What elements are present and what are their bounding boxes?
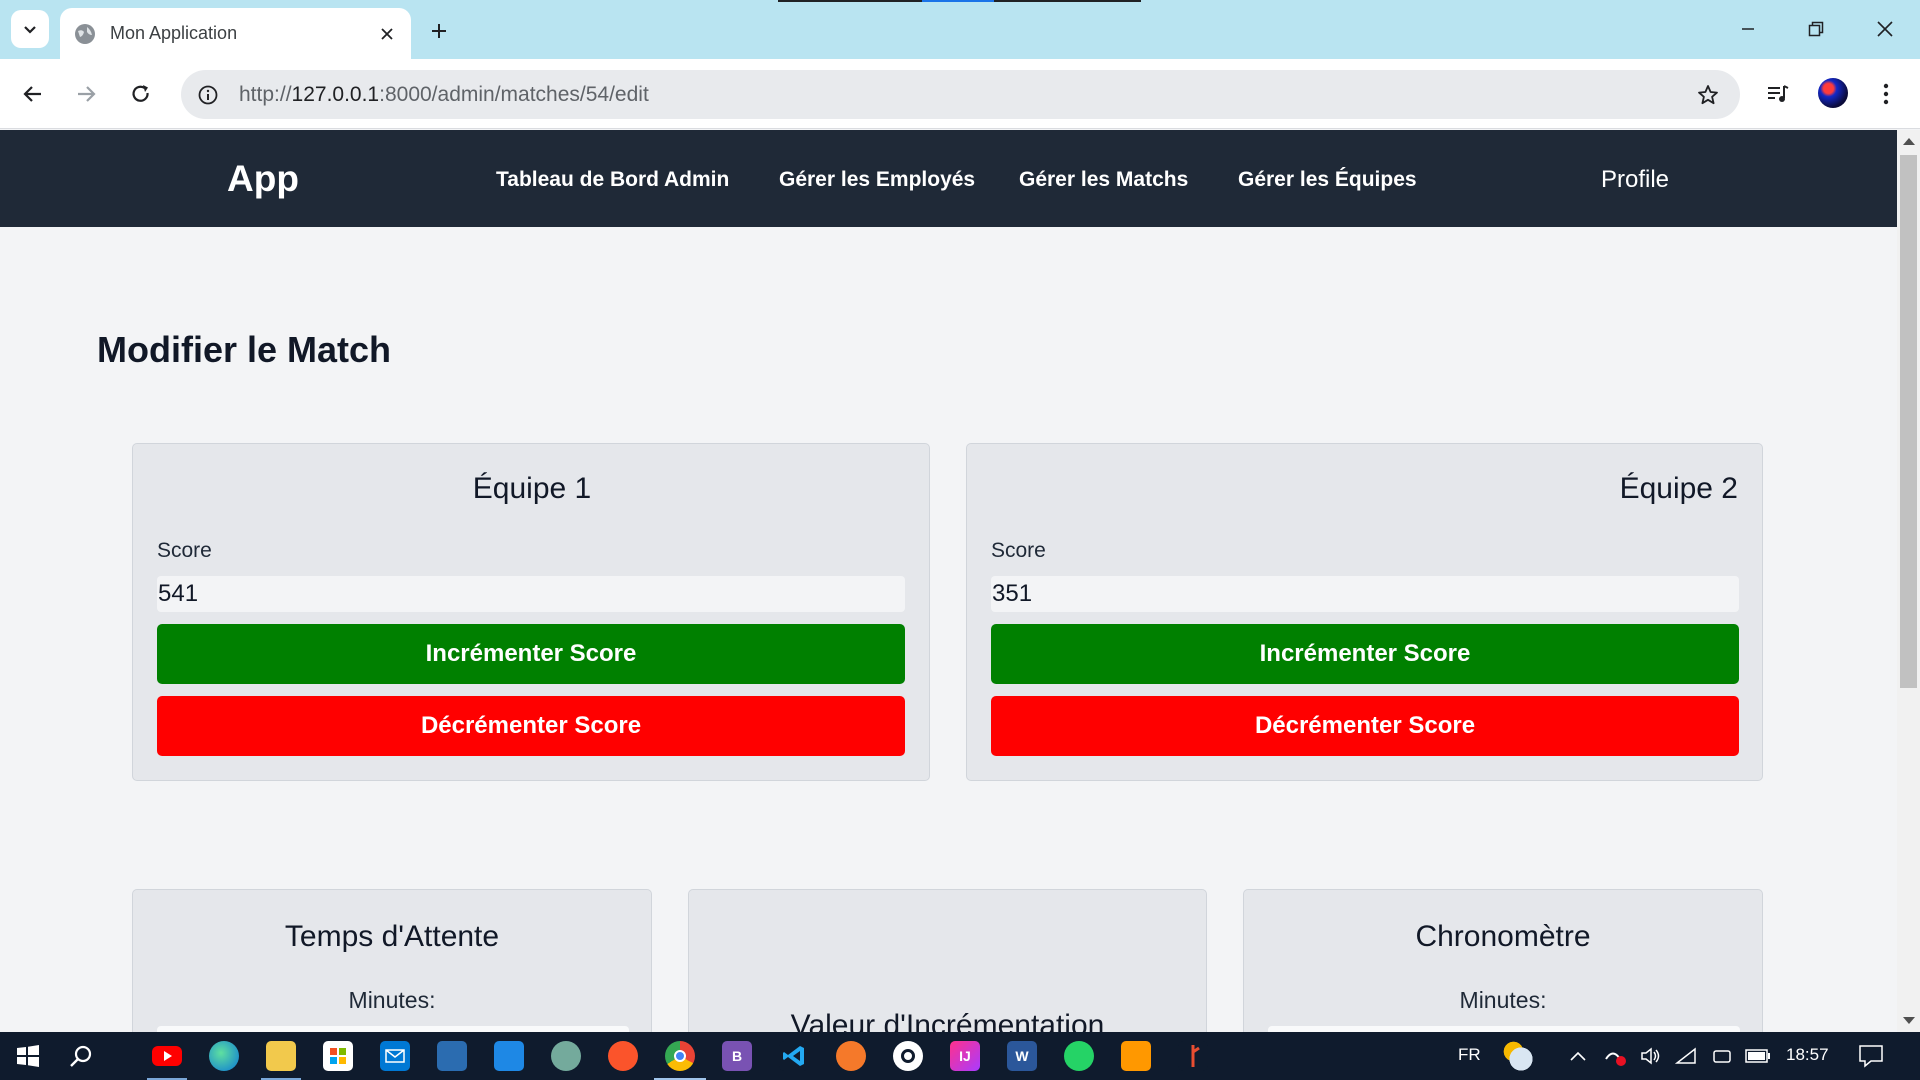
- browser-tabstrip: Mon Application: [0, 0, 1920, 59]
- minimize-button[interactable]: [1725, 12, 1771, 46]
- weather-icon[interactable]: [1503, 1041, 1533, 1071]
- back-button[interactable]: [15, 76, 51, 112]
- profile-avatar[interactable]: [1818, 78, 1848, 108]
- close-icon: [1877, 21, 1893, 37]
- bookmark-star-icon[interactable]: [1690, 77, 1726, 113]
- loading-indicator: [778, 0, 1141, 2]
- address-bar[interactable]: http://127.0.0.1:8000/admin/matches/54/e…: [181, 70, 1740, 119]
- wifi-icon[interactable]: [1671, 1041, 1701, 1071]
- forward-button[interactable]: [68, 76, 104, 112]
- team-1-name: Équipe 1: [472, 472, 592, 505]
- reload-icon: [132, 85, 149, 102]
- mail-icon[interactable]: [380, 1041, 410, 1071]
- team-2-increment-button[interactable]: Incrémenter Score: [991, 624, 1739, 684]
- tab-close-icon[interactable]: [375, 22, 399, 46]
- wait-time-title: Temps d'Attente: [284, 920, 500, 953]
- team-2-score-input[interactable]: [991, 576, 1739, 612]
- battery-icon[interactable]: [1743, 1041, 1773, 1071]
- url-text[interactable]: http://127.0.0.1:8000/admin/matches/54/e…: [239, 83, 1690, 107]
- file-explorer-icon[interactable]: [266, 1041, 296, 1071]
- new-tab-button[interactable]: [424, 16, 454, 46]
- app-icon[interactable]: [494, 1041, 524, 1071]
- bootstrap-icon[interactable]: B: [722, 1041, 752, 1071]
- timer-card: Chronomètre Minutes:: [1243, 889, 1763, 1032]
- clock-time[interactable]: 18:57: [1786, 1045, 1829, 1065]
- camera-icon[interactable]: [1707, 1041, 1737, 1071]
- scroll-up-arrow-icon[interactable]: [1903, 138, 1915, 145]
- tab-search-button[interactable]: [11, 10, 49, 48]
- team-2-name: Équipe 2: [1619, 472, 1738, 505]
- nav-link-employees[interactable]: Gérer les Employés: [779, 168, 975, 192]
- youtube-icon[interactable]: [152, 1046, 182, 1066]
- media-control-button[interactable]: [1760, 76, 1796, 112]
- globe-icon: [75, 23, 95, 44]
- word-icon[interactable]: W: [1007, 1041, 1037, 1071]
- team-2-card: Équipe 2 Score Incrémenter Score Décréme…: [966, 443, 1763, 781]
- chrome-icon[interactable]: [665, 1041, 695, 1071]
- scrollbar-thumb[interactable]: [1900, 155, 1917, 688]
- windows-taskbar: B IJ W FR 18:57: [0, 1032, 1920, 1080]
- browser-toolbar: http://127.0.0.1:8000/admin/matches/54/e…: [0, 59, 1920, 129]
- windows-start-icon[interactable]: [13, 1041, 43, 1071]
- increment-value-card: Valeur d'Incrémentation: [688, 889, 1207, 1032]
- chevron-down-icon: [24, 26, 36, 34]
- sublime-icon[interactable]: [1121, 1041, 1151, 1071]
- openai-icon[interactable]: [893, 1041, 923, 1071]
- page-title: Modifier le Match: [97, 329, 392, 370]
- arrow-left-icon: [23, 86, 41, 102]
- notification-center-icon[interactable]: [1856, 1041, 1886, 1071]
- arrow-right-icon: [78, 86, 96, 102]
- team-1-decrement-button[interactable]: Décrémenter Score: [157, 696, 905, 756]
- team-1-card: Équipe 1 Score Incrémenter Score Décréme…: [132, 443, 930, 781]
- team-2-score-label: Score: [991, 539, 1046, 562]
- team-1-score-label: Score: [157, 539, 212, 562]
- intellij-icon[interactable]: IJ: [950, 1041, 980, 1071]
- timer-title: Chronomètre: [1415, 920, 1591, 953]
- nav-link-matches[interactable]: Gérer les Matchs: [1019, 168, 1188, 192]
- search-icon[interactable]: [66, 1041, 96, 1071]
- more-vertical-icon: [1883, 83, 1889, 105]
- playlist-icon: [1768, 85, 1789, 102]
- increment-value-title: Valeur d'Incrémentation: [790, 1009, 1105, 1032]
- brave-icon[interactable]: [608, 1041, 638, 1071]
- wait-time-card: Temps d'Attente Minutes:: [132, 889, 652, 1032]
- chatgpt-icon[interactable]: [551, 1041, 581, 1071]
- tab-title: Mon Application: [110, 23, 238, 43]
- restore-button[interactable]: [1793, 12, 1839, 46]
- page-viewport: App Tableau de Bord Admin Gérer les Empl…: [0, 130, 1897, 1032]
- volume-icon[interactable]: [1636, 1041, 1666, 1071]
- vscode-icon[interactable]: [779, 1041, 809, 1071]
- team-2-decrement-button[interactable]: Décrémenter Score: [991, 696, 1739, 756]
- edge-icon[interactable]: [209, 1041, 239, 1071]
- scroll-down-arrow-icon[interactable]: [1903, 1017, 1915, 1024]
- reload-button[interactable]: [123, 76, 159, 112]
- brand-logo[interactable]: App: [227, 158, 299, 200]
- browser-tab[interactable]: Mon Application: [60, 8, 411, 59]
- blender-icon[interactable]: [836, 1041, 866, 1071]
- site-info-icon[interactable]: [193, 80, 223, 110]
- whatsapp-icon[interactable]: [1064, 1041, 1094, 1071]
- network-error-icon[interactable]: [1600, 1041, 1630, 1071]
- restore-icon: [1808, 21, 1824, 37]
- nav-link-admin-dashboard[interactable]: Tableau de Bord Admin: [496, 168, 729, 192]
- close-window-button[interactable]: [1862, 12, 1908, 46]
- team-1-increment-button[interactable]: Incrémenter Score: [157, 624, 905, 684]
- nav-link-teams[interactable]: Gérer les Équipes: [1238, 168, 1417, 192]
- top-navbar: App Tableau de Bord Admin Gérer les Empl…: [0, 130, 1897, 227]
- wait-time-minutes-label: Minutes:: [348, 987, 436, 1013]
- plus-icon: [432, 24, 446, 38]
- language-indicator[interactable]: FR: [1458, 1045, 1481, 1065]
- nav-link-profile[interactable]: Profile: [1601, 166, 1669, 194]
- terminal-icon[interactable]: [437, 1041, 467, 1071]
- git-icon[interactable]: [1178, 1041, 1208, 1071]
- timer-minutes-label: Minutes:: [1459, 987, 1547, 1013]
- browser-menu-button[interactable]: [1868, 76, 1904, 112]
- team-1-score-input[interactable]: [157, 576, 905, 612]
- store-icon[interactable]: [323, 1041, 353, 1071]
- show-hidden-icons-icon[interactable]: [1563, 1041, 1593, 1071]
- minimize-icon: [1742, 28, 1754, 30]
- page-scrollbar[interactable]: [1897, 130, 1920, 1032]
